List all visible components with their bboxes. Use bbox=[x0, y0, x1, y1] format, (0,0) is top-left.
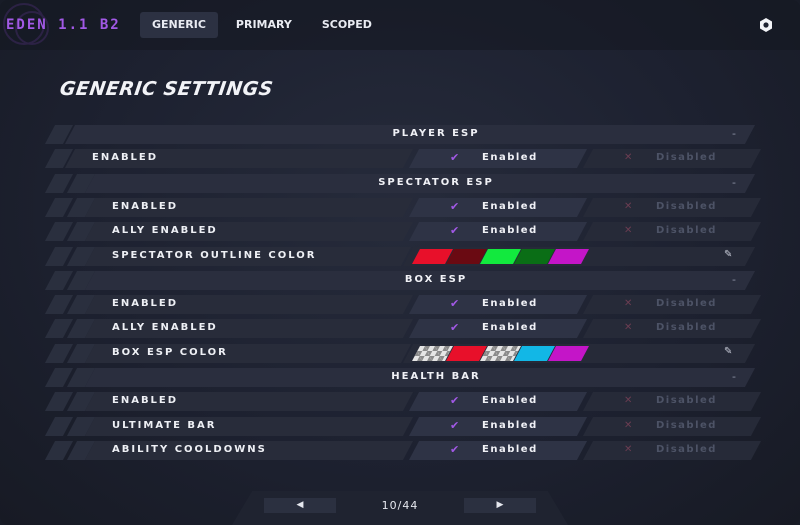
disabled-option[interactable]: ✕ Disabled bbox=[582, 440, 762, 460]
row-label: ALLY ENABLED bbox=[112, 322, 218, 334]
disabled-option[interactable]: ✕ Disabled bbox=[582, 416, 762, 436]
x-icon: ✕ bbox=[624, 322, 633, 334]
section-title: HEALTH BAR bbox=[391, 371, 481, 382]
option-label: Enabled bbox=[482, 443, 538, 455]
option-label: Disabled bbox=[656, 225, 717, 237]
toggle-row: ABILITY COOLDOWNS ✔ Enabled ✕ Disabled bbox=[44, 440, 762, 460]
prev-page-button[interactable]: ◀ bbox=[264, 498, 336, 513]
toggle-row: ALLY ENABLED ✔ Enabled ✕ Disabled bbox=[44, 222, 762, 242]
check-icon: ✔ bbox=[450, 321, 460, 335]
row-label: ULTIMATE BAR bbox=[112, 419, 217, 431]
toggle-row: ULTIMATE BAR ✔ Enabled ✕ Disabled bbox=[44, 416, 762, 436]
color-row: BOX ESP COLOR ✎ bbox=[44, 343, 756, 363]
x-icon: ✕ bbox=[624, 419, 633, 431]
check-icon: ✔ bbox=[450, 394, 460, 408]
check-icon: ✔ bbox=[450, 151, 460, 165]
row-label: ENABLED bbox=[112, 395, 179, 407]
row-label: ENABLED bbox=[92, 152, 159, 164]
disabled-option[interactable]: ✕ Disabled bbox=[582, 149, 762, 169]
section-header: PLAYER ESP - bbox=[44, 125, 756, 144]
x-icon: ✕ bbox=[624, 298, 633, 310]
check-icon: ✔ bbox=[450, 297, 460, 311]
section-header: SPECTATOR ESP - bbox=[44, 173, 756, 193]
disabled-option[interactable]: ✕ Disabled bbox=[582, 295, 762, 315]
next-page-button[interactable]: ▶ bbox=[464, 498, 536, 513]
check-icon: ✔ bbox=[450, 224, 460, 238]
x-icon: ✕ bbox=[624, 443, 633, 455]
option-label: Enabled bbox=[482, 152, 538, 164]
option-label: Disabled bbox=[656, 322, 717, 334]
tab-scoped[interactable]: SCOPED bbox=[310, 12, 384, 38]
option-label: Disabled bbox=[656, 152, 717, 164]
pencil-icon[interactable]: ✎ bbox=[724, 249, 732, 260]
option-label: Enabled bbox=[482, 322, 538, 334]
option-label: Enabled bbox=[482, 298, 538, 310]
toggle-row: ENABLED ✔ Enabled ✕ Disabled bbox=[44, 149, 762, 169]
enabled-option[interactable]: ✔ Enabled bbox=[408, 222, 588, 242]
enabled-option[interactable]: ✔ Enabled bbox=[408, 149, 588, 169]
option-label: Disabled bbox=[656, 395, 717, 407]
row-label: ALLY ENABLED bbox=[112, 225, 218, 237]
check-icon: ✔ bbox=[450, 442, 460, 456]
x-icon: ✕ bbox=[624, 225, 633, 237]
disabled-option[interactable]: ✕ Disabled bbox=[582, 319, 762, 339]
right-arrow-icon: ▶ bbox=[496, 500, 504, 510]
toggle-row: ALLY ENABLED ✔ Enabled ✕ Disabled bbox=[44, 319, 762, 339]
disabled-option[interactable]: ✕ Disabled bbox=[582, 222, 762, 242]
row-label: ABILITY COOLDOWNS bbox=[112, 443, 267, 455]
row-label: BOX ESP COLOR bbox=[112, 346, 228, 358]
gear-icon[interactable] bbox=[758, 17, 774, 33]
enabled-option[interactable]: ✔ Enabled bbox=[408, 295, 588, 315]
option-label: Enabled bbox=[482, 395, 538, 407]
minus-icon[interactable]: - bbox=[732, 127, 736, 140]
enabled-option[interactable]: ✔ Enabled bbox=[408, 440, 588, 460]
color-row: SPECTATOR OUTLINE COLOR ✎ bbox=[44, 246, 756, 266]
x-icon: ✕ bbox=[624, 152, 633, 164]
x-icon: ✕ bbox=[624, 200, 633, 212]
minus-icon[interactable]: - bbox=[732, 370, 736, 383]
enabled-option[interactable]: ✔ Enabled bbox=[408, 319, 588, 339]
minus-icon[interactable]: - bbox=[732, 176, 736, 189]
section-title: PLAYER ESP bbox=[392, 128, 480, 139]
section-title: BOX ESP bbox=[404, 273, 468, 285]
app-brand: EDEN 1.1 B2 bbox=[6, 17, 121, 33]
top-bar: EDEN 1.1 B2 GENERIC PRIMARY SCOPED bbox=[0, 0, 800, 50]
row-label: ENABLED bbox=[112, 298, 179, 310]
tab-generic[interactable]: GENERIC bbox=[140, 12, 218, 38]
app-window: EDEN 1.1 B2 GENERIC PRIMARY SCOPED GENER… bbox=[0, 0, 800, 525]
tab-primary[interactable]: PRIMARY bbox=[224, 12, 304, 38]
page-indicator: 10/44 bbox=[381, 499, 419, 512]
tab-bar: GENERIC PRIMARY SCOPED bbox=[140, 12, 384, 38]
section-header: HEALTH BAR - bbox=[44, 368, 756, 387]
check-icon: ✔ bbox=[450, 199, 460, 213]
disabled-option[interactable]: ✕ Disabled bbox=[582, 392, 762, 412]
toggle-row: ENABLED ✔ Enabled ✕ Disabled bbox=[44, 295, 762, 315]
enabled-option[interactable]: ✔ Enabled bbox=[408, 197, 588, 217]
option-label: Disabled bbox=[656, 419, 717, 431]
option-label: Enabled bbox=[482, 200, 538, 212]
page-title: GENERIC SETTINGS bbox=[58, 78, 275, 100]
check-icon: ✔ bbox=[450, 418, 460, 432]
minus-icon[interactable]: - bbox=[732, 273, 736, 286]
enabled-option[interactable]: ✔ Enabled bbox=[408, 392, 588, 412]
disabled-option[interactable]: ✕ Disabled bbox=[582, 197, 762, 217]
section-title: SPECTATOR ESP bbox=[378, 176, 494, 188]
toggle-row: ENABLED ✔ Enabled ✕ Disabled bbox=[44, 392, 762, 412]
pencil-icon[interactable]: ✎ bbox=[724, 346, 732, 357]
row-label: SPECTATOR OUTLINE COLOR bbox=[112, 249, 317, 261]
option-label: Enabled bbox=[482, 419, 538, 431]
option-label: Disabled bbox=[656, 200, 717, 212]
toggle-row: ENABLED ✔ Enabled ✕ Disabled bbox=[44, 197, 762, 217]
section-header: BOX ESP - bbox=[44, 270, 756, 290]
option-label: Enabled bbox=[482, 225, 538, 237]
pagination: ◀ 10/44 ▶ bbox=[232, 491, 568, 525]
option-label: Disabled bbox=[656, 298, 717, 310]
enabled-option[interactable]: ✔ Enabled bbox=[408, 416, 588, 436]
x-icon: ✕ bbox=[624, 395, 633, 407]
row-label: ENABLED bbox=[112, 200, 179, 212]
left-arrow-icon: ◀ bbox=[296, 500, 304, 510]
option-label: Disabled bbox=[656, 443, 717, 455]
